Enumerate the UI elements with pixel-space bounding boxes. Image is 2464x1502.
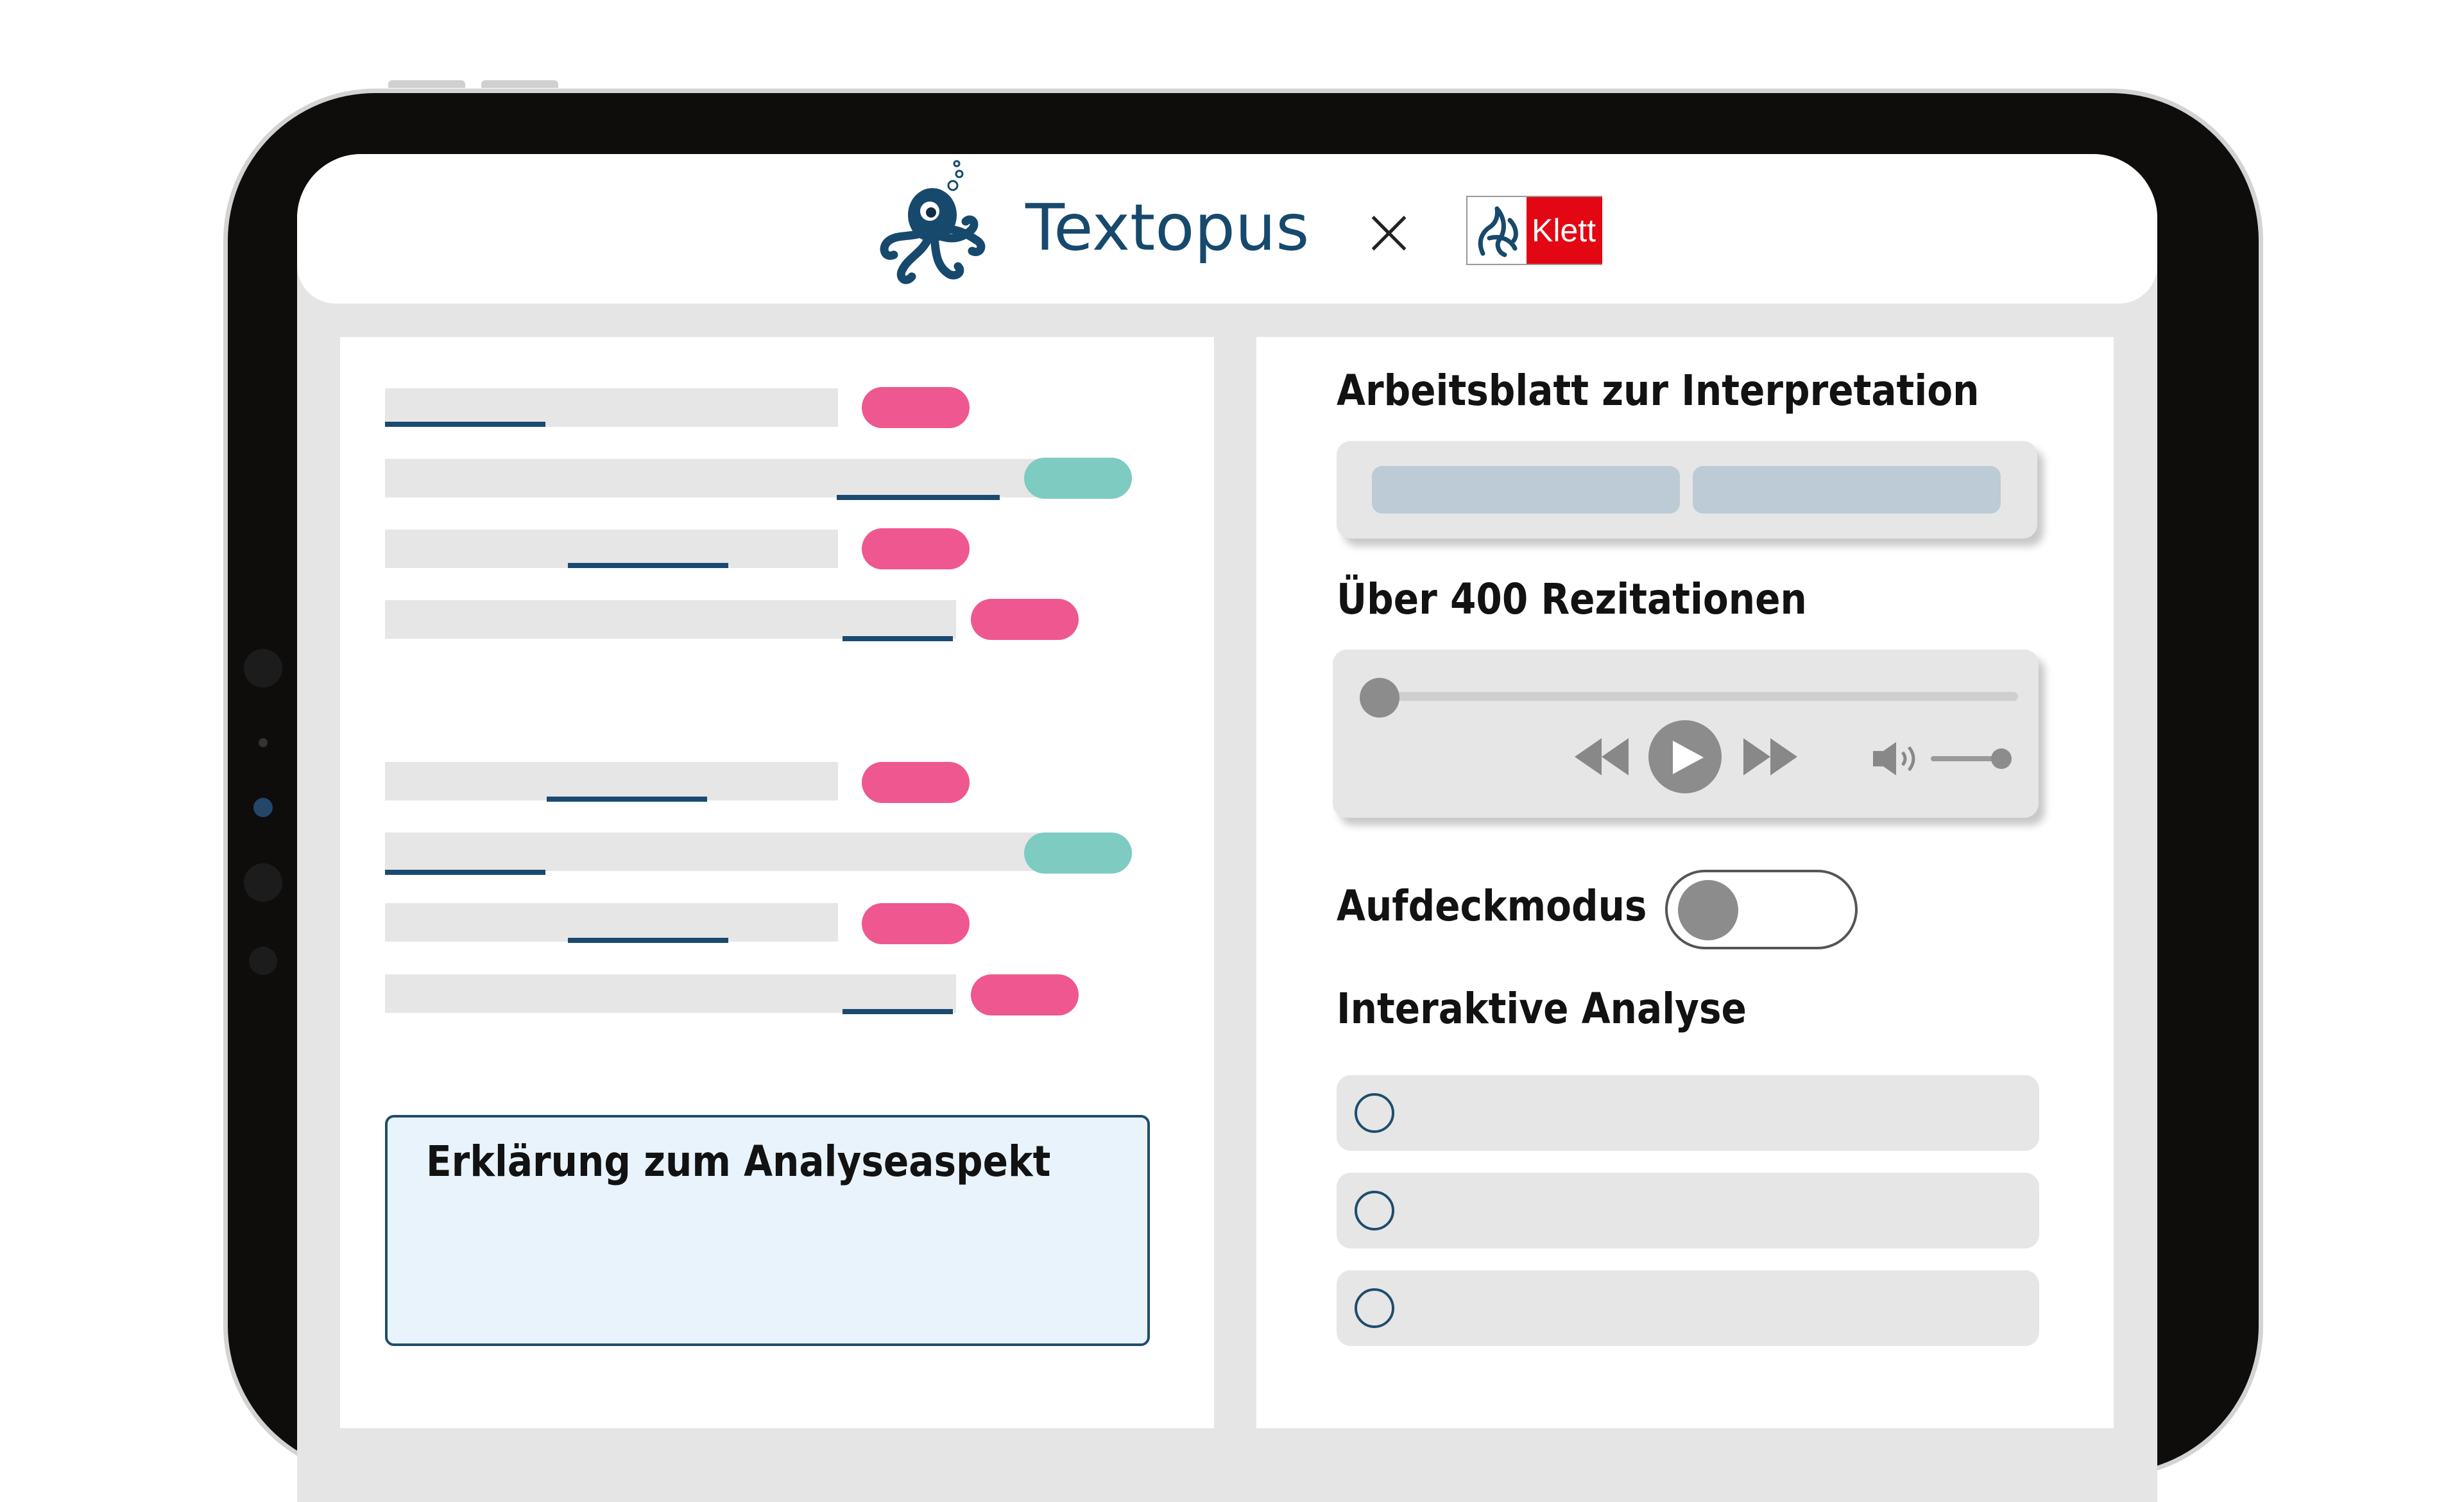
sensor-dot — [259, 738, 268, 747]
text-panel: Erklärung zum Analyseaspekt — [340, 337, 1214, 1428]
progress-track[interactable] — [1376, 692, 2018, 701]
annotation-underline — [837, 495, 1000, 500]
annotation-tag-pink[interactable] — [862, 528, 970, 569]
text-line — [385, 974, 956, 1013]
front-camera-icon — [253, 798, 273, 817]
annotation-tag-pink[interactable] — [971, 974, 1079, 1015]
annotation-underline — [547, 797, 707, 802]
worksheet-title: Arbeitsblatt zur Interpretation — [1337, 366, 1980, 415]
camera-icon — [244, 649, 282, 687]
annotation-tag-pink[interactable] — [862, 903, 970, 944]
text-line — [385, 530, 838, 568]
annotation-tag-teal[interactable] — [1024, 833, 1132, 874]
annotation-tag-teal[interactable] — [1024, 458, 1132, 499]
sensor-1-icon — [244, 863, 282, 902]
radio-button[interactable] — [1355, 1191, 1394, 1230]
annotation-tag-pink[interactable] — [862, 387, 970, 428]
brand-name: Textopus — [1025, 190, 1310, 265]
klett-logo-text: Klett — [1532, 212, 1596, 248]
speaker-icon[interactable] — [1872, 739, 1926, 778]
app-header: Textopus × Klett — [297, 154, 2157, 304]
explanation-title: Erklärung zum Analyseaspekt — [426, 1137, 1051, 1186]
recitations-title: Über 400 Rezitationen — [1337, 574, 1807, 624]
annotation-tag-pink[interactable] — [971, 599, 1079, 640]
annotation-underline — [385, 422, 545, 427]
toggle-knob — [1678, 880, 1738, 940]
analysis-option-2[interactable] — [1337, 1173, 2039, 1248]
explanation-box: Erklärung zum Analyseaspekt — [385, 1115, 1150, 1346]
annotation-tag-pink[interactable] — [862, 762, 970, 803]
text-line — [385, 833, 1040, 871]
sensor-2-icon — [249, 947, 277, 975]
volume-handle[interactable] — [1991, 748, 2012, 769]
analysis-option-1[interactable] — [1337, 1075, 2039, 1151]
text-line — [385, 762, 838, 800]
reveal-mode-toggle[interactable] — [1665, 870, 1858, 949]
worksheet-button-1[interactable] — [1372, 466, 1680, 514]
play-button[interactable] — [1648, 720, 1722, 793]
interactive-analysis-title: Interaktive Analyse — [1337, 984, 1747, 1033]
reveal-mode-label: Aufdeckmodus — [1337, 881, 1647, 931]
annotation-underline — [843, 636, 953, 641]
play-icon — [1673, 741, 1704, 774]
progress-handle[interactable] — [1360, 678, 1399, 718]
volume-button-2 — [481, 80, 558, 88]
worksheet-button-2[interactable] — [1693, 466, 2001, 514]
annotation-underline — [385, 870, 545, 875]
audio-player — [1333, 650, 2039, 818]
rewind-icon[interactable] — [1572, 734, 1631, 779]
text-line — [385, 459, 1040, 497]
radio-button[interactable] — [1355, 1288, 1394, 1328]
annotation-underline — [568, 938, 728, 943]
worksheet-card — [1337, 441, 2037, 539]
annotation-underline — [843, 1009, 953, 1014]
annotation-underline — [568, 563, 728, 568]
fast-forward-icon[interactable] — [1741, 734, 1800, 779]
text-line — [385, 388, 838, 427]
analysis-option-3[interactable] — [1337, 1270, 2039, 1346]
octopus-logo-icon — [880, 160, 986, 284]
text-line — [385, 903, 838, 942]
klett-emblem-icon — [1478, 206, 1518, 257]
klett-logo: Klett — [1466, 196, 1602, 265]
collaboration-x-icon: × — [1361, 192, 1417, 270]
volume-track[interactable] — [1931, 756, 1995, 761]
volume-button-1 — [388, 80, 465, 88]
radio-button[interactable] — [1355, 1093, 1394, 1133]
text-line — [385, 600, 956, 639]
